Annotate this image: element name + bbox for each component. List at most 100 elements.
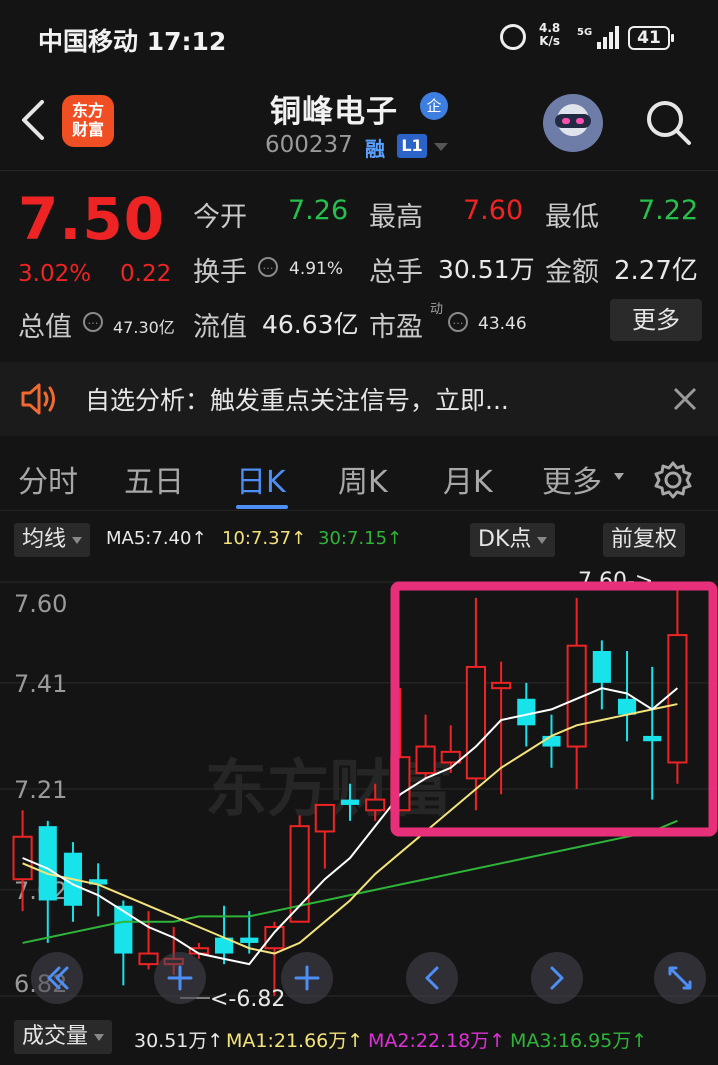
status-bar: 中国移动 17:12 4.8 K/s 5G 41 bbox=[0, 0, 718, 78]
tab-five-day[interactable]: 五日 bbox=[124, 457, 184, 501]
stock-name[interactable]: 铜峰电子 bbox=[270, 86, 398, 131]
low-label: 最低 bbox=[545, 202, 599, 233]
candle-body bbox=[440, 750, 461, 764]
open-value: 7.26 bbox=[288, 195, 349, 226]
open-label: 今开 bbox=[193, 202, 247, 233]
vol-ma1: MA1:21.66万↑ bbox=[226, 1030, 364, 1052]
change-amount: 0.22 bbox=[120, 261, 172, 287]
amount-value: 2.27亿 bbox=[614, 256, 698, 286]
zoom-in-button-2[interactable] bbox=[281, 952, 333, 1004]
turnover-label: 换手 bbox=[193, 257, 247, 288]
high-value: 7.60 bbox=[463, 195, 524, 226]
gear-icon[interactable] bbox=[653, 460, 693, 500]
close-icon[interactable] bbox=[670, 384, 700, 414]
volume-value: 30.51万↑ bbox=[134, 1030, 224, 1052]
candle-body bbox=[592, 651, 611, 683]
back-icon[interactable] bbox=[18, 98, 48, 142]
level-dropdown-icon[interactable] bbox=[434, 143, 448, 151]
amount-label: 金额 bbox=[545, 257, 599, 288]
dk-point-selector[interactable]: DK点 bbox=[470, 523, 556, 557]
y-tick-label: 7.41 bbox=[14, 670, 67, 698]
assistant-robot-icon[interactable] bbox=[543, 94, 603, 152]
volume-value: 30.51万 bbox=[438, 255, 535, 284]
nav-button-bg bbox=[531, 952, 583, 1004]
ma10-value: 10:7.37↑ bbox=[222, 528, 307, 549]
ma5-value: MA5:7.40↑ bbox=[106, 528, 207, 549]
candle-body bbox=[415, 745, 436, 775]
y-tick-label: 7.60 bbox=[14, 590, 67, 618]
candle-body bbox=[617, 698, 637, 715]
volume-selector[interactable]: 成交量 bbox=[14, 1020, 113, 1054]
vol-ma2: MA2:22.18万↑ bbox=[368, 1030, 506, 1052]
candle-body bbox=[491, 681, 512, 690]
alert-banner[interactable]: 自选分析：触发重点关注信号，立即... bbox=[0, 362, 718, 436]
alert-text[interactable]: 自选分析：触发重点关注信号，立即... bbox=[85, 381, 509, 417]
candle-body bbox=[365, 798, 386, 812]
mktcap-info-icon[interactable]: … bbox=[83, 312, 103, 332]
last-price: 7.50 bbox=[18, 185, 166, 253]
app-logo[interactable]: 东方 财富 bbox=[62, 95, 114, 147]
candle-body bbox=[114, 905, 133, 954]
period-tabs: 分时 五日 日K 周K 月K 更多 bbox=[0, 445, 718, 511]
quote-panel: 7.50 3.02% 0.22 今开 7.26 最高 7.60 最低 7.22 … bbox=[0, 170, 718, 348]
nav-button-bg bbox=[406, 952, 458, 1004]
candle-body bbox=[643, 735, 662, 742]
candle-body bbox=[314, 803, 335, 833]
candle-body bbox=[517, 698, 536, 726]
candle-body bbox=[340, 799, 360, 805]
tab-daily-k[interactable]: 日K bbox=[236, 457, 286, 501]
low-value: 7.22 bbox=[638, 195, 699, 226]
mktcap-label: 总值 bbox=[18, 312, 72, 343]
carrier-time: 中国移动 17:12 bbox=[38, 27, 227, 56]
pe-info-icon[interactable]: … bbox=[448, 312, 468, 332]
pe-label: 市盈 bbox=[369, 312, 423, 343]
ma30-value: 30:7.15↑ bbox=[318, 528, 403, 549]
candle-body bbox=[264, 926, 285, 950]
ma-selector[interactable]: 均线 bbox=[14, 523, 91, 557]
margin-tag: 融 bbox=[365, 137, 385, 161]
pe-dynamic-mark: 动 bbox=[430, 302, 444, 317]
turnover-value: 4.91% bbox=[289, 259, 344, 279]
candle-body bbox=[138, 952, 159, 966]
tab-more-caret-icon bbox=[614, 473, 624, 480]
tab-intraday[interactable]: 分时 bbox=[18, 457, 78, 501]
adjust-selector[interactable]: 前复权 bbox=[603, 523, 686, 557]
quote-more-button[interactable]: 更多 bbox=[610, 299, 702, 341]
next-button[interactable] bbox=[531, 952, 583, 1004]
tab-monthly-k[interactable]: 月K bbox=[443, 457, 493, 501]
stock-header: 东方 财富 铜峰电子 企 600237 融 L1 bbox=[0, 78, 718, 170]
tab-more[interactable]: 更多 bbox=[542, 457, 602, 501]
candle-body bbox=[240, 937, 259, 943]
svg-text:5G: 5G bbox=[577, 27, 592, 38]
search-icon[interactable] bbox=[644, 98, 692, 146]
candle-body bbox=[542, 735, 561, 747]
level-badge[interactable]: L1 bbox=[397, 134, 427, 158]
candle-body bbox=[38, 826, 57, 901]
volume-legend-bar: 成交量 30.51万↑ MA1:21.66万↑ MA2:22.18万↑ MA3:… bbox=[0, 1018, 718, 1060]
y-tick-label: 7.21 bbox=[14, 776, 67, 804]
high-label: 最高 bbox=[369, 202, 423, 233]
stock-code: 600237 bbox=[265, 132, 353, 158]
tab-weekly-k[interactable]: 周K bbox=[338, 457, 388, 501]
float-label: 流值 bbox=[193, 312, 247, 343]
candle-body bbox=[667, 634, 688, 764]
volume-label: 总手 bbox=[369, 257, 423, 288]
candlestick-chart[interactable]: 东方财富7.607.417.217.026.827.60-><-6.82 bbox=[0, 560, 718, 1010]
fullscreen-button[interactable] bbox=[654, 952, 706, 1004]
battery-icon: 41 bbox=[628, 26, 674, 50]
network-speed: 4.8 K/s bbox=[539, 21, 561, 48]
ma-legend-bar: 均线 MA5:7.40↑ 10:7.37↑ 30:7.15↑ DK点 前复权 bbox=[0, 520, 718, 560]
active-tab-indicator bbox=[236, 505, 288, 509]
zoom-in-button-1[interactable] bbox=[154, 952, 206, 1004]
low-marker: <-6.82 bbox=[210, 987, 285, 1010]
float-value: 46.63亿 bbox=[262, 310, 359, 339]
mktcap-value: 47.30亿 bbox=[113, 318, 175, 337]
change-percent: 3.02% bbox=[18, 261, 92, 287]
prev-button[interactable] bbox=[406, 952, 458, 1004]
rewind-button[interactable] bbox=[31, 952, 83, 1004]
enterprise-badge: 企 bbox=[420, 92, 448, 120]
turnover-info-icon[interactable]: … bbox=[258, 257, 278, 277]
pe-value: 43.46 bbox=[478, 314, 527, 334]
speaker-icon bbox=[21, 383, 55, 415]
signal-icon: 5G bbox=[577, 26, 619, 49]
